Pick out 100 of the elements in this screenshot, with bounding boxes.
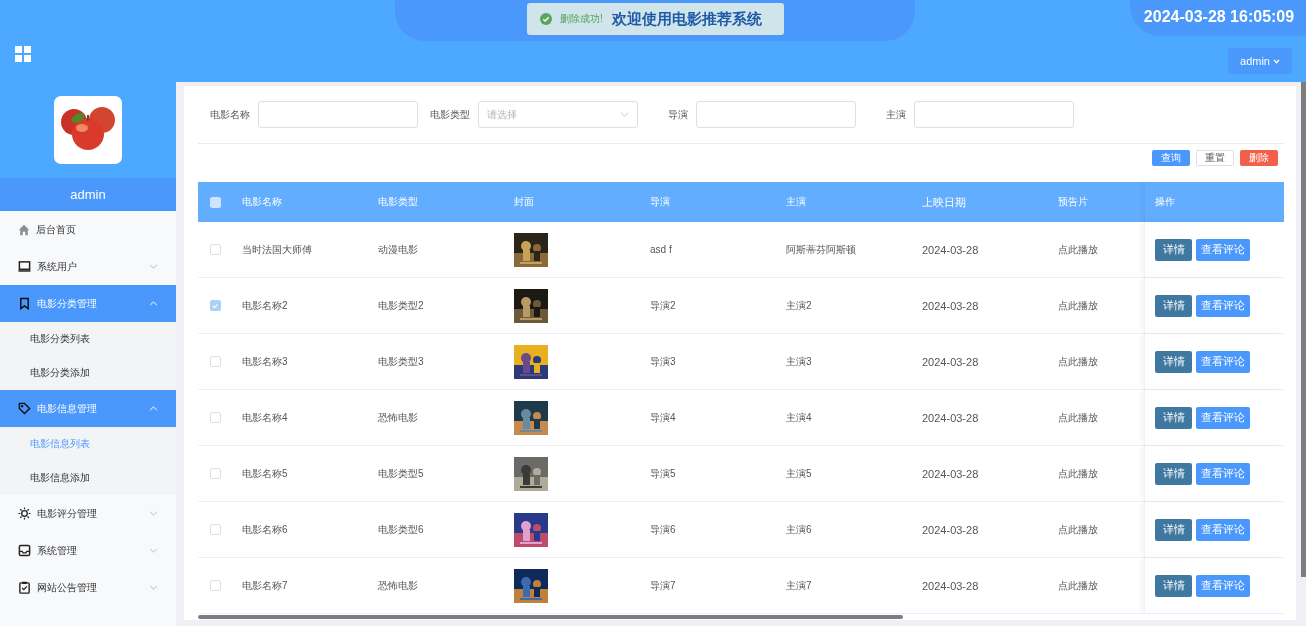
submenu-item[interactable]: 电影信息列表 <box>0 427 176 461</box>
play-trailer-link[interactable]: 点此播放 <box>1058 578 1098 593</box>
table-cell: 2024-03-28 <box>922 299 979 312</box>
table-cell: 导演5 <box>650 466 676 481</box>
details-button[interactable]: 详情 <box>1155 350 1192 373</box>
table-cell: 主演7 <box>786 578 812 593</box>
column-header: 电影类型 <box>378 195 418 209</box>
filter-label: 电影类型 <box>430 107 470 122</box>
table-cell: 2024-03-28 <box>922 243 979 256</box>
datetime: 2024-03-28 16:05:09 <box>1143 8 1295 26</box>
column-header: 主演 <box>786 195 806 209</box>
table-cell: 电影名称2 <box>242 298 288 313</box>
scrollbar-thumb[interactable] <box>198 615 903 619</box>
filter-label: 主演 <box>886 107 906 122</box>
play-trailer-link[interactable]: 点此播放 <box>1058 466 1098 481</box>
table-cell: 导演6 <box>650 522 676 537</box>
table-cell: 恐怖电影 <box>378 410 418 425</box>
submenu-item[interactable]: 电影分类添加 <box>0 356 176 390</box>
details-button[interactable]: 详情 <box>1155 406 1192 429</box>
row-checkbox[interactable] <box>209 244 221 255</box>
column-header: 上映日期 <box>922 194 966 210</box>
column-header: 操作 <box>1155 195 1175 209</box>
reset-button[interactable]: 重置 <box>1196 150 1234 166</box>
submenu-item[interactable]: 电影分类列表 <box>0 322 176 356</box>
table-cell: 电影名称7 <box>242 578 288 593</box>
scrollbar-thumb[interactable] <box>1301 82 1306 577</box>
menu-icon[interactable] <box>15 46 31 62</box>
view-comments-button[interactable]: 查看评论 <box>1196 406 1250 429</box>
delete-button[interactable]: 删除 <box>1240 150 1278 166</box>
search-field[interactable] <box>696 101 856 128</box>
view-comments-button[interactable]: 查看评论 <box>1196 294 1250 317</box>
row-checkbox[interactable] <box>209 580 221 591</box>
details-button[interactable]: 详情 <box>1155 294 1192 317</box>
chevron-down-icon <box>149 585 158 590</box>
username: admin <box>70 187 106 202</box>
chevron-down-icon <box>620 112 629 117</box>
play-trailer-link[interactable]: 点此播放 <box>1058 354 1098 369</box>
details-button[interactable]: 详情 <box>1155 518 1192 541</box>
sidebar-menu-item[interactable]: 电影评分管理 <box>0 495 176 532</box>
view-comments-button[interactable]: 查看评论 <box>1196 238 1250 261</box>
table-cell: 电影名称3 <box>242 354 288 369</box>
chevron-down-icon <box>149 264 158 269</box>
sun-icon <box>18 507 31 520</box>
column-header: 预告片 <box>1058 195 1088 209</box>
column-header: 电影名称 <box>242 195 282 209</box>
table-cell: 2024-03-28 <box>922 579 979 592</box>
bookmark-icon <box>18 297 31 310</box>
select-all-checkbox[interactable] <box>209 196 221 208</box>
details-button[interactable]: 详情 <box>1155 238 1192 261</box>
search-field[interactable] <box>258 101 418 128</box>
column-header: 导演 <box>650 195 670 209</box>
tag-icon <box>18 402 31 415</box>
row-checkbox[interactable] <box>209 468 221 479</box>
play-trailer-link[interactable]: 点此播放 <box>1058 410 1098 425</box>
column-header: 封面 <box>514 195 534 209</box>
details-button[interactable]: 详情 <box>1155 574 1192 597</box>
row-checkbox[interactable] <box>209 412 221 423</box>
view-comments-button[interactable]: 查看评论 <box>1196 574 1250 597</box>
view-comments-button[interactable]: 查看评论 <box>1196 462 1250 485</box>
table-cell: 导演7 <box>650 578 676 593</box>
table-cell: 主演4 <box>786 410 812 425</box>
table-cell: 主演6 <box>786 522 812 537</box>
user-menu-button[interactable]: admin <box>1228 48 1292 74</box>
view-comments-button[interactable]: 查看评论 <box>1196 350 1250 373</box>
view-comments-button[interactable]: 查看评论 <box>1196 518 1250 541</box>
query-button[interactable]: 查询 <box>1152 150 1190 166</box>
table-cell: 电影类型6 <box>378 522 424 537</box>
chevron-up-icon <box>149 406 158 411</box>
table-cell: 电影类型2 <box>378 298 424 313</box>
chevron-up-icon <box>149 301 158 306</box>
sidebar-menu-item[interactable]: 电影信息管理 <box>0 390 176 427</box>
caret-icon <box>1273 58 1280 64</box>
play-trailer-link[interactable]: 点此播放 <box>1058 522 1098 537</box>
chevron-down-icon <box>149 511 158 516</box>
table-cell: 阿斯蒂芬阿斯顿 <box>786 242 856 257</box>
monitor-icon <box>18 260 31 273</box>
play-trailer-link[interactable]: 点此播放 <box>1058 242 1098 257</box>
sidebar-menu-item[interactable]: 系统用户 <box>0 248 176 285</box>
table-cell: 动漫电影 <box>378 242 418 257</box>
table-cell: 主演2 <box>786 298 812 313</box>
row-checkbox[interactable] <box>209 524 221 535</box>
search-field[interactable] <box>914 101 1074 128</box>
row-checkbox[interactable] <box>209 356 221 367</box>
table-cell: 电影名称5 <box>242 466 288 481</box>
system-title: 欢迎使用电影推荐系统 <box>612 10 762 29</box>
table-cell: 导演3 <box>650 354 676 369</box>
row-checkbox[interactable] <box>209 300 221 311</box>
sidebar-menu-item[interactable]: 系统管理 <box>0 532 176 569</box>
table-cell: 电影类型5 <box>378 466 424 481</box>
submenu-item[interactable]: 电影信息添加 <box>0 461 176 495</box>
play-trailer-link[interactable]: 点此播放 <box>1058 298 1098 313</box>
chevron-down-icon <box>149 548 158 553</box>
table-cell: 2024-03-28 <box>922 411 979 424</box>
sidebar-menu-item[interactable]: 网站公告管理 <box>0 569 176 606</box>
filter-label: 导演 <box>668 107 688 122</box>
sidebar-menu-item[interactable]: 后台首页 <box>0 211 176 248</box>
check-icon <box>211 301 219 310</box>
table-cell: 主演5 <box>786 466 812 481</box>
sidebar-menu-item[interactable]: 电影分类管理 <box>0 285 176 322</box>
details-button[interactable]: 详情 <box>1155 462 1192 485</box>
